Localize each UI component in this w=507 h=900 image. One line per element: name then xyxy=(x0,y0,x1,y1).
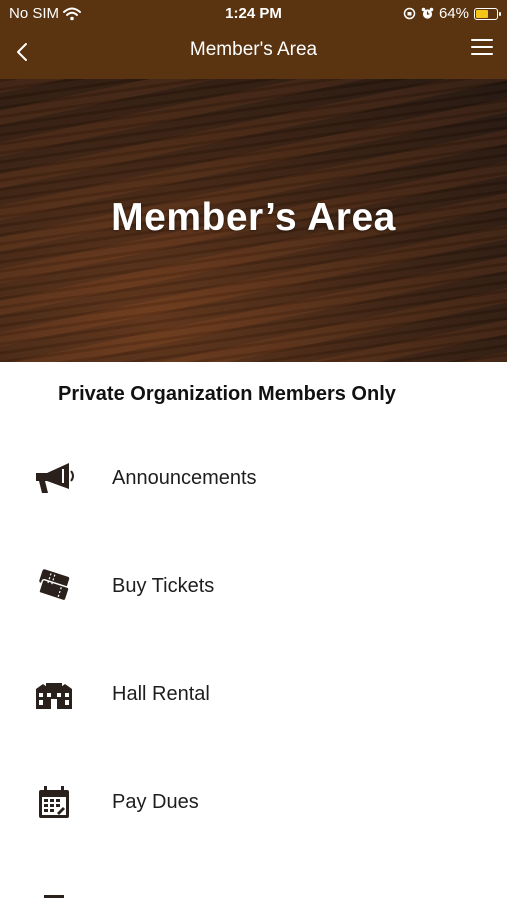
menu-item-hall-rental[interactable]: Hall Rental xyxy=(0,655,507,735)
menu-item-pay-dues[interactable]: Pay Dues xyxy=(0,763,507,843)
status-bar: No SIM 1:24 PM 64% xyxy=(0,0,507,28)
building-icon xyxy=(36,683,72,709)
menu-item-label: Announcements xyxy=(112,467,257,489)
hero-banner: Member’s Area xyxy=(0,79,507,362)
menu-item-label: Buy Tickets xyxy=(112,575,215,597)
list-icon xyxy=(44,895,64,898)
status-right: 64% xyxy=(403,5,501,22)
alarm-icon xyxy=(421,7,434,19)
battery-icon xyxy=(474,7,501,20)
megaphone-icon xyxy=(36,463,74,493)
battery-percent: 64% xyxy=(438,5,469,22)
battery-level xyxy=(476,9,488,18)
menu-item-partial[interactable] xyxy=(0,871,507,900)
hamburger-menu-icon[interactable] xyxy=(471,39,493,59)
menu-item-buy-tickets[interactable]: Buy Tickets xyxy=(0,547,507,627)
menu-item-label: Pay Dues xyxy=(112,791,199,813)
menu-item-label: Hall Rental xyxy=(112,683,210,705)
nav-title: Member's Area xyxy=(189,39,318,60)
orientation-lock-icon xyxy=(403,7,416,20)
calendar-icon xyxy=(39,786,69,818)
hero-title: Member’s Area xyxy=(111,196,396,239)
menu-item-announcements[interactable]: Announcements xyxy=(0,439,507,519)
page-subtitle: Private Organization Members Only xyxy=(58,383,396,405)
tickets-icon xyxy=(38,569,70,602)
nav-bar: Member's Area xyxy=(0,28,507,79)
